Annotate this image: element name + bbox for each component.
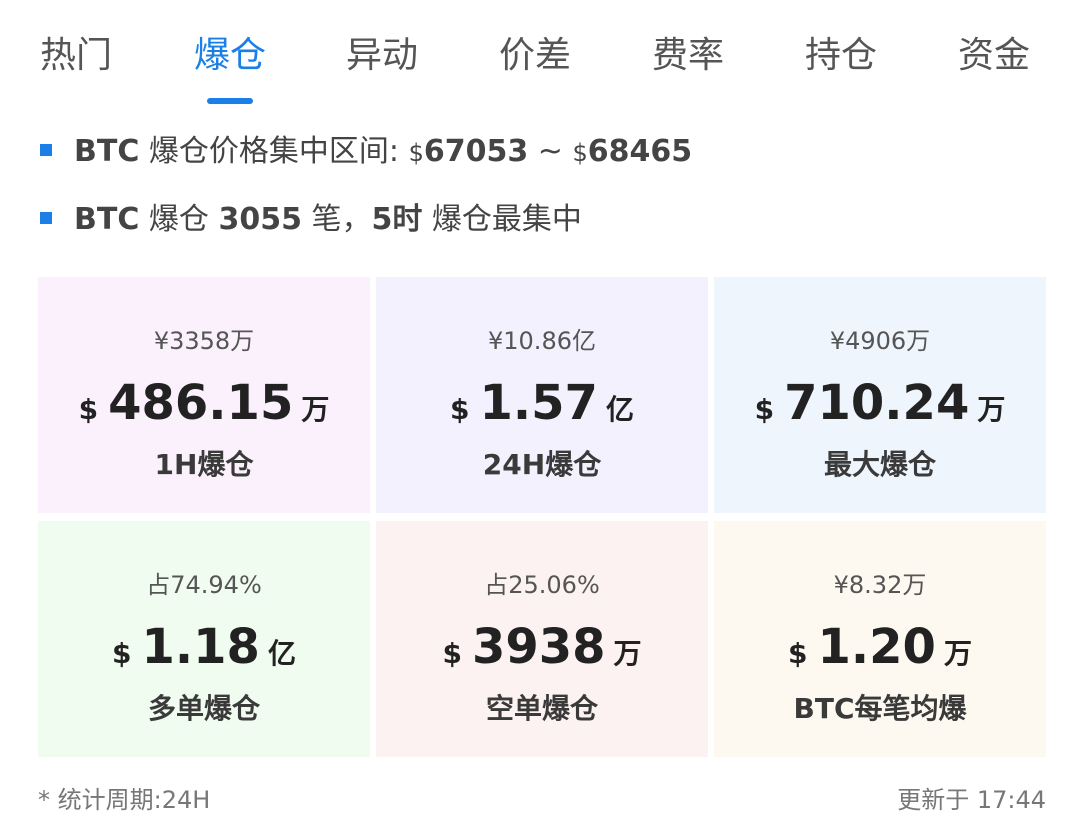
currency-symbol: $ [112,637,132,670]
tab-open-interest[interactable]: 持仓 [803,28,879,84]
card-main-value: $486.15 万 [38,373,370,433]
card-long-liquidation: 占74.94% $1.18 亿 多单爆仓 [38,521,370,757]
value-number: 3938 [471,619,606,675]
value-unit: 万 [301,393,330,426]
value-unit: 万 [977,393,1006,426]
card-label: 1H爆仓 [154,448,254,481]
currency-symbol: $ [78,393,99,426]
active-tab-indicator [207,98,253,104]
card-main-value: $710.24 万 [714,373,1046,433]
card-max-liquidation: ¥4906万 $710.24 万 最大爆仓 [714,277,1046,513]
liquidation-count: 3055 [218,202,302,237]
card-label: BTC每笔均爆 [793,692,967,725]
update-time: 更新于 17:44 [897,786,1046,814]
card-1h-liquidation: ¥3358万 $486.15 万 1H爆仓 [38,277,370,513]
card-label: 最大爆仓 [823,448,936,481]
card-main-value: $1.18 亿 [38,617,370,677]
bullet-icon [40,143,52,156]
value-unit: 万 [943,637,972,670]
stat-period-note: * 统计周期:24H [38,786,211,814]
value-unit: 亿 [605,393,634,426]
count-prefix: 爆仓 [148,202,209,237]
card-cny-value: ¥3358万 [153,327,255,355]
value-number: 1.57 [479,375,598,431]
liquidation-price-range: BTC 爆仓价格集中区间: $67053 ~ $68465 [40,130,692,174]
card-main-value: $1.57 亿 [376,373,708,433]
value-unit: 亿 [267,637,296,670]
value-number: 1.20 [817,619,936,675]
currency-symbol: $ [788,637,808,670]
currency-symbol: $ [450,393,470,426]
peak-suffix: 爆仓最集中 [431,202,582,237]
tab-hot[interactable]: 热门 [38,28,114,84]
card-label: 空单爆仓 [485,692,598,725]
card-cny-value: ¥8.32万 [833,571,927,599]
card-label: 24H爆仓 [482,448,602,481]
peak-hour: 5时 [371,202,423,237]
card-short-liquidation: 占25.06% $3938 万 空单爆仓 [376,521,708,757]
count-suffix: 笔， [311,202,372,237]
card-cny-value: ¥4906万 [829,327,931,355]
card-main-value: $3938 万 [376,617,708,677]
liquidation-count-summary: BTC 爆仓 3055 笔，5时 爆仓最集中 [40,198,582,242]
range-label: 爆仓价格集中区间: [148,134,400,169]
coin-name: BTC [74,202,140,237]
value-unit: 万 [613,637,642,670]
tab-liquidation[interactable]: 爆仓 [192,28,268,84]
range-low: 67053 [423,134,529,169]
card-main-value: $1.20 万 [714,617,1046,677]
currency-symbol: $ [754,393,775,426]
tab-spread[interactable]: 价差 [497,28,573,84]
currency-symbol: $ [442,637,462,670]
range-high: 68465 [587,134,693,169]
card-share: 占74.94% [146,571,262,599]
card-avg-liquidation: ¥8.32万 $1.20 万 BTC每笔均爆 [714,521,1046,757]
card-share: 占25.06% [484,571,600,599]
range-separator: ~ [537,134,563,169]
tab-capital[interactable]: 资金 [956,28,1032,84]
value-number: 710.24 [784,375,970,431]
coin-name: BTC [74,134,140,169]
value-number: 1.18 [141,619,260,675]
card-label: 多单爆仓 [147,692,260,725]
bullet-icon [40,211,52,224]
stats-grid: ¥3358万 $486.15 万 1H爆仓 ¥10.86亿 $1.57 亿 24H爆… [38,277,1046,757]
tab-anomaly[interactable]: 异动 [344,28,420,84]
currency-symbol: $ [408,139,424,167]
card-24h-liquidation: ¥10.86亿 $1.57 亿 24H爆仓 [376,277,708,513]
card-cny-value: ¥10.86亿 [488,327,596,355]
tab-funding-rate[interactable]: 费率 [650,28,726,84]
category-tabs: 热门 爆仓 异动 价差 费率 持仓 资金 [0,0,1084,110]
currency-symbol: $ [572,139,588,167]
value-number: 486.15 [108,375,294,431]
